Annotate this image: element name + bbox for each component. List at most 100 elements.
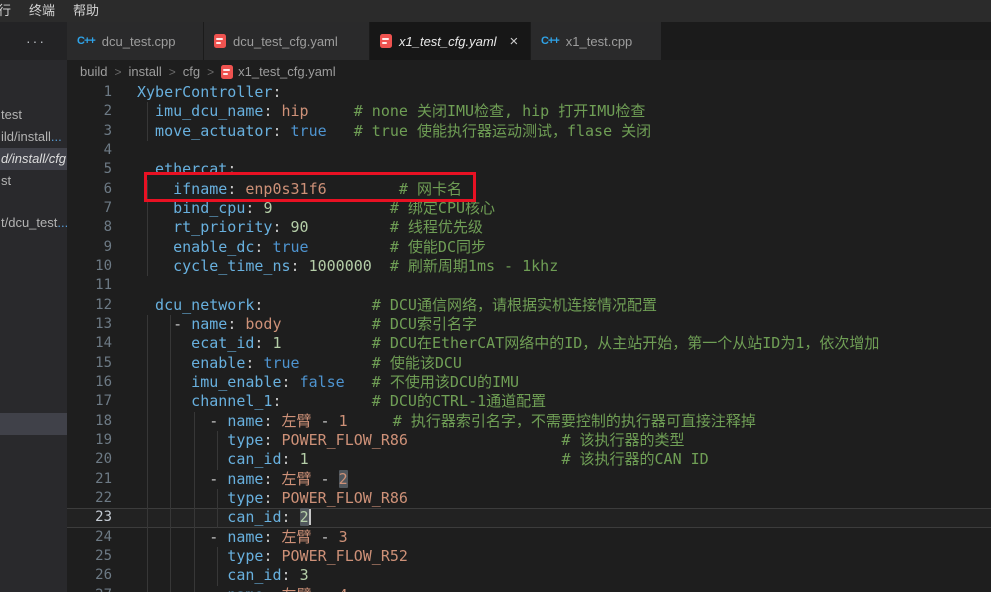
indent-guide [217,450,218,469]
code-line-content[interactable]: can_id: 1 # 该执行器的CAN ID [130,450,991,469]
code-line: 7 bind_cpu: 9 # 绑定CPU核心 [67,199,991,218]
code-line-content[interactable]: type: POWER_FLOW_R86 [130,489,991,508]
code-token: : [282,373,300,391]
menu-item-2[interactable]: 帮助 [64,0,108,22]
gutter-line-number: 1 [67,83,130,102]
code-line-content[interactable]: imu_enable: false # 不使用该DCU的IMU [130,373,991,392]
gutter-line-number: 20 [67,450,130,469]
sidebar-item-d/install/cfg[interactable]: d/install/cfg [0,148,67,170]
code-line: 11 [67,276,991,295]
code-token: type [137,431,263,449]
indent-guide [170,373,171,392]
sidebar-item-label: d/install/cfg [1,151,66,166]
code-token: cycle_time_ns [137,257,291,275]
indent-guide [170,354,171,373]
code-token: : [245,354,263,372]
code-token: # DCU索引名字 [282,315,477,333]
code-line-content[interactable]: can_id: 2 [130,508,991,527]
code-token: - [137,412,227,430]
code-token: 左臂 [282,586,312,592]
code-token: : [282,566,300,584]
sidebar-item-st[interactable]: st [0,170,67,192]
code-line: 14 ecat_id: 1 # DCU在EtherCAT网络中的ID，从主站开始… [67,334,991,353]
code-editor[interactable]: 1XyberController:2 imu_dcu_name: hip # n… [67,83,991,592]
gutter-line-number: 22 [67,489,130,508]
code-line-content[interactable]: XyberController: [130,83,991,102]
code-line-content[interactable]: ecat_id: 1 # DCU在EtherCAT网络中的ID，从主站开始，第一… [130,334,991,353]
indent-guide [217,489,218,508]
code-line-content[interactable]: cycle_time_ns: 1000000 # 刷新周期1ms - 1khz [130,257,991,276]
code-line-content[interactable]: enable: true # 使能该DCU [130,354,991,373]
menu-item-1[interactable]: 终端 [20,0,64,22]
code-line-content[interactable]: can_id: 3 [130,566,991,585]
code-token: - [137,315,191,333]
breadcrumb-item-install[interactable]: install [128,64,161,79]
code-token: - [137,528,227,546]
code-line: 25 type: POWER_FLOW_R52 [67,547,991,566]
code-line-content[interactable]: ifname: enp0s31f6 # 网卡名 [130,180,991,199]
code-line-content[interactable]: ethercat: [130,160,991,179]
tab-close-icon[interactable]: × [510,34,519,49]
code-line: 27 - name: 左臂 - 4 [67,586,991,592]
code-token: # 不使用该DCU的IMU [345,373,519,391]
cpp-file-icon: C++ [541,35,559,47]
indent-guide [147,566,148,585]
code-line-content[interactable]: - name: 左臂 - 4 [130,586,991,592]
gutter-line-number: 6 [67,180,130,199]
sidebar-item-ild/install[interactable]: ild/install... [0,126,67,148]
code-token: : [263,431,281,449]
sidebar-item-empty-5[interactable] [0,413,67,435]
indent-guide [217,431,218,450]
code-line-content[interactable]: rt_priority: 90 # 线程优先级 [130,218,991,237]
code-token: : [227,160,236,178]
code-token: 4 [339,586,348,592]
code-token: true [272,238,308,256]
code-token: # 执行器索引名字，不需要控制的执行器可直接注释掉 [348,412,756,430]
code-token: : [263,489,281,507]
code-line-content[interactable]: bind_cpu: 9 # 绑定CPU核心 [130,199,991,218]
sidebar-item-t/dcu_test[interactable]: t/dcu_test... [0,212,67,234]
code-token: : [263,547,281,565]
code-line: 18 - name: 左臂 - 1 # 执行器索引名字，不需要控制的执行器可直接… [67,412,991,431]
breadcrumb-file[interactable]: x1_test_cfg.yaml [221,64,336,79]
code-line-content[interactable]: enable_dc: true # 使能DC同步 [130,238,991,257]
code-token: move_actuator [137,122,272,140]
breadcrumb-file-label: x1_test_cfg.yaml [238,64,336,79]
breadcrumb-item-cfg[interactable]: cfg [183,64,200,79]
code-line-content[interactable] [130,141,991,160]
code-line: 23 can_id: 2 [67,508,991,527]
tab-dcu_test.cpp[interactable]: C++dcu_test.cpp [67,22,203,60]
breadcrumb-item-build[interactable]: build [80,64,107,79]
code-token: POWER_FLOW_R52 [282,547,408,565]
tab-x1_test.cpp[interactable]: C++ x1_test.cpp [531,22,661,60]
code-line-content[interactable]: - name: 左臂 - 1 # 执行器索引名字，不需要控制的执行器可直接注释掉 [130,412,991,431]
menu-item-0[interactable]: 行 [0,0,20,22]
code-token: : [282,450,300,468]
code-line-content[interactable]: move_actuator: true # true 使能执行器运动测试，fla… [130,122,991,141]
code-line-content[interactable]: - name: body # DCU索引名字 [130,315,991,334]
code-line-content[interactable] [130,276,991,295]
tab-label: x1_test.cpp [566,34,633,49]
code-token: rt_priority [137,218,272,236]
code-token: ifname [137,180,227,198]
code-line-content[interactable]: - name: 左臂 - 2 [130,470,991,489]
more-actions-icon[interactable]: ··· [26,30,46,52]
code-line-content[interactable]: dcu_network: # DCU通信网络，请根据实机连接情况配置 [130,296,991,315]
code-line-content[interactable]: type: POWER_FLOW_R52 [130,547,991,566]
tab-x1_test_cfg.yaml[interactable]: x1_test_cfg.yaml× [370,22,530,60]
code-line-content[interactable]: channel_1: # DCU的CTRL-1通道配置 [130,392,991,411]
code-token: : [263,102,281,120]
code-token: name [227,412,263,430]
sidebar-item-test[interactable]: test [0,104,67,126]
code-token: 1 [300,450,309,468]
code-token: # 绑定CPU核心 [272,199,495,217]
code-token: - [312,528,339,546]
code-line-content[interactable]: - name: 左臂 - 3 [130,528,991,547]
code-line-content[interactable]: imu_dcu_name: hip # none 关闭IMU检查, hip 打开… [130,102,991,121]
tab-dcu_test_cfg.yaml[interactable]: dcu_test_cfg.yaml [204,22,369,60]
code-line-content[interactable]: type: POWER_FLOW_R86 # 该执行器的类型 [130,431,991,450]
code-token: POWER_FLOW_R86 [282,431,408,449]
code-line: 5 ethercat: [67,160,991,179]
gutter-line-number: 13 [67,315,130,334]
code-token: # 使能该DCU [300,354,462,372]
